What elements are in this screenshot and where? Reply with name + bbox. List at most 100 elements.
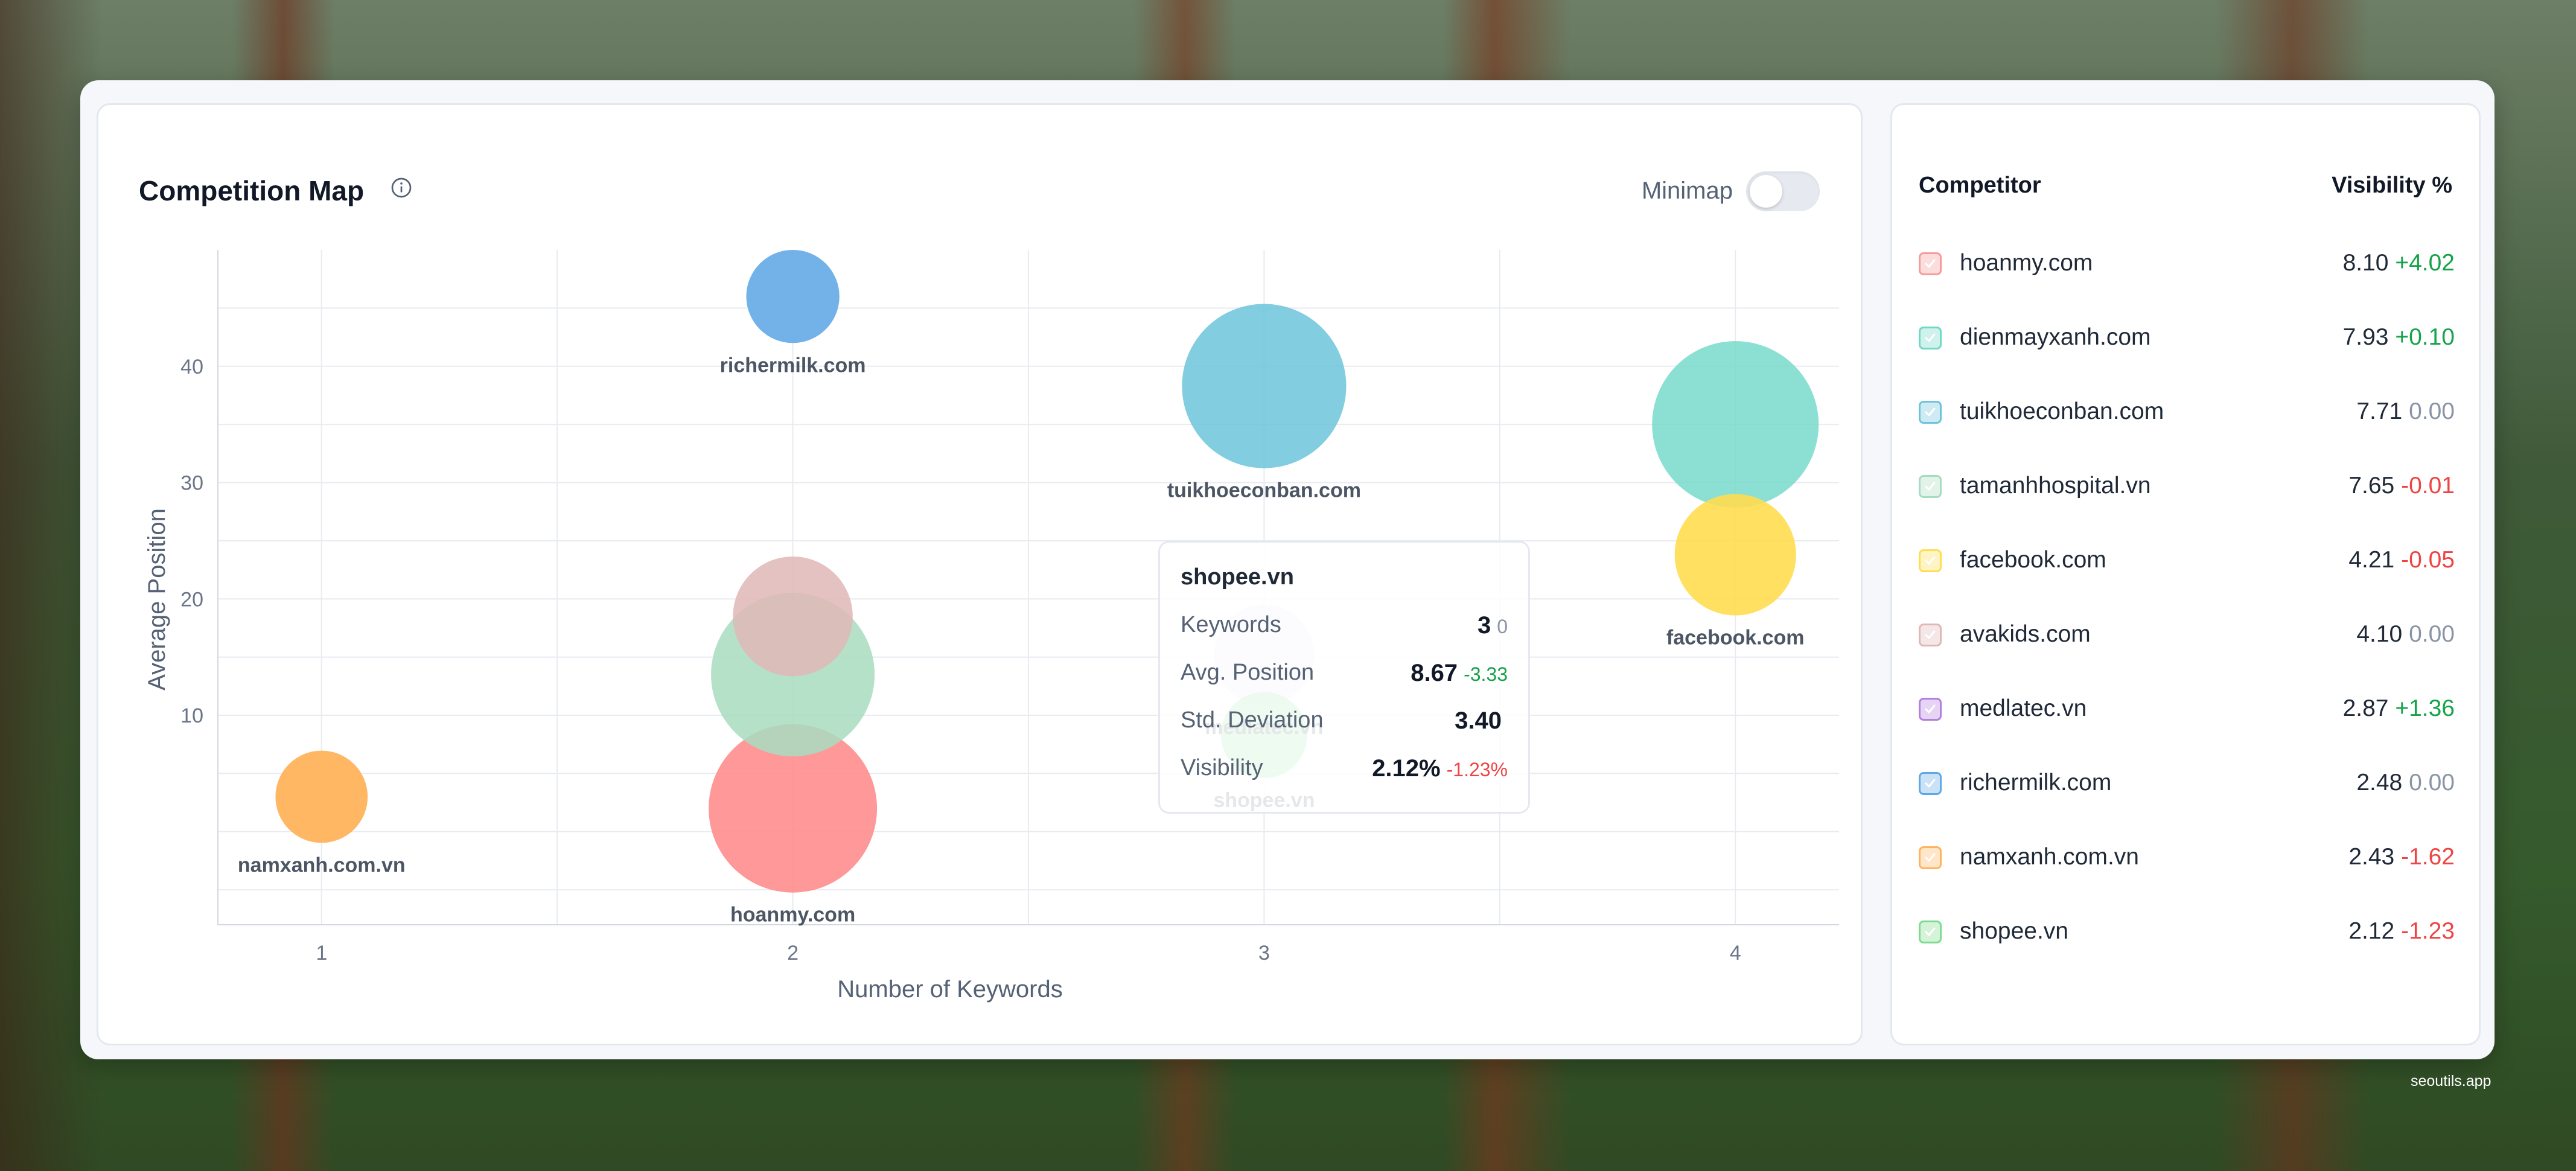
bubble-richermilk-com — [746, 249, 840, 343]
checkbox-icon[interactable] — [1919, 921, 1942, 943]
bubble-label: hoanmy.com — [730, 904, 855, 927]
legend-item-visibility: 4.10 — [2356, 621, 2403, 647]
competition-map-card: 1 2 3 4 10 20 30 40 Number of Keywords Average Po… — [97, 103, 1863, 1045]
legend-item-name: tamanhhospital.vn — [1960, 473, 2151, 499]
minimap-label: Minimap — [1641, 177, 1733, 204]
legend-item-visibility: 2.43 — [2348, 844, 2395, 870]
tooltip-row-value: 3 — [1477, 612, 1491, 639]
legend-item-values: 7.71 0.00 — [2356, 398, 2455, 425]
page-title: Competition Map — [139, 175, 365, 206]
minimap-toggle[interactable] — [1746, 171, 1820, 211]
tooltip-row-delta: -1.23% — [1446, 759, 1508, 780]
bubble-dienmayxanh-com — [1652, 341, 1819, 508]
legend-item-delta: -0.05 — [2401, 547, 2455, 573]
checkbox-icon[interactable] — [1919, 846, 1942, 869]
legend-item-values: 2.12 -1.23 — [2348, 918, 2455, 945]
checkbox-icon[interactable] — [1919, 252, 1942, 275]
tooltip-row-value-group: 8.67 -3.33 — [1411, 660, 1508, 687]
bubble-tuikhoeconban-com — [1182, 304, 1347, 468]
tooltip-row-value-group: 2.12% -1.23% — [1372, 755, 1508, 782]
tooltip-row: Std. Deviation 3.40 — [1181, 707, 1508, 755]
legend-item-name: tuikhoeconban.com — [1960, 398, 2164, 424]
y-tick-label: 20 — [180, 588, 203, 611]
legend-item-delta: +4.02 — [2395, 250, 2455, 276]
tooltip-row-value-group: 3.40 — [1455, 707, 1508, 735]
main-panel: 1 2 3 4 10 20 30 40 Number of Keywords Average Po… — [80, 80, 2495, 1059]
legend-item[interactable]: richermilk.com 2.48 0.00 — [1919, 765, 2455, 801]
legend-item-delta: -1.23 — [2401, 918, 2455, 944]
info-icon[interactable] — [391, 177, 412, 199]
checkbox-icon[interactable] — [1919, 772, 1942, 795]
tooltip-row: Visibility 2.12% -1.23% — [1181, 755, 1508, 803]
legend-item-values: 7.93 +0.10 — [2343, 324, 2455, 351]
checkbox-icon[interactable] — [1919, 327, 1942, 349]
footer-brand: seoutils.app — [2411, 1073, 2492, 1090]
legend-item-name: shopee.vn — [1960, 918, 2068, 944]
legend-item-name: facebook.com — [1960, 547, 2106, 573]
legend-item-visibility: 2.12 — [2348, 918, 2395, 944]
tooltip-row-label: Keywords — [1181, 612, 1281, 637]
legend-item-visibility: 2.48 — [2356, 770, 2403, 796]
tooltip-row-value-group: 30 — [1478, 612, 1508, 639]
legend-item-name: dienmayxanh.com — [1960, 324, 2151, 350]
tooltip-row-label: Visibility — [1181, 755, 1263, 780]
legend-item[interactable]: tuikhoeconban.com 7.71 0.00 — [1919, 394, 2455, 430]
tooltip-row: Keywords 3 0 — [1181, 612, 1508, 660]
tooltip-row-label: Std. Deviation — [1181, 707, 1324, 733]
tooltip-row-label: Avg. Position — [1181, 660, 1315, 685]
tooltip-row-value: 3.40 — [1455, 707, 1502, 734]
competitor-legend-card: Competitor Visibility % hoanmy.com 8.10 +… — [1890, 103, 2481, 1045]
legend-item-values: 2.87 +1.36 — [2343, 695, 2455, 722]
bubble-label: tuikhoeconban.com — [1167, 479, 1361, 502]
bubble-label: facebook.com — [1666, 627, 1805, 649]
minimap-toggle-knob[interactable] — [1750, 175, 1782, 208]
tooltip-row-delta: -3.33 — [1464, 663, 1508, 685]
x-axis-title: Number of Keywords — [837, 976, 1062, 1003]
legend-item-values: 2.43 -1.62 — [2348, 844, 2455, 870]
chart-tooltip: shopee.vn Keywords 3 0 Avg. Position 8.67 -3.… — [1158, 541, 1530, 814]
legend-item-delta: -0.01 — [2401, 473, 2455, 499]
legend-item[interactable]: dienmayxanh.com 7.93 +0.10 — [1919, 319, 2455, 356]
legend-item-visibility: 8.10 — [2342, 250, 2389, 276]
legend-item-name: namxanh.com.vn — [1960, 844, 2139, 870]
legend-item-delta: +1.36 — [2395, 695, 2455, 721]
legend-item-visibility: 7.65 — [2348, 473, 2395, 499]
legend-item-delta: 0.00 — [2409, 770, 2455, 796]
tooltip-row-value: 8.67 — [1411, 660, 1458, 686]
legend-item-visibility: 2.87 — [2342, 695, 2389, 721]
checkbox-icon[interactable] — [1919, 624, 1942, 646]
tooltip-row-delta: 0 — [1497, 616, 1508, 637]
tooltip-row-value: 2.12% — [1372, 755, 1441, 782]
legend-item[interactable]: shopee.vn 2.12 -1.23 — [1919, 913, 2455, 949]
legend-item-values: 2.48 0.00 — [2356, 770, 2455, 796]
legend-item-name: hoanmy.com — [1960, 250, 2093, 276]
checkbox-icon[interactable] — [1919, 475, 1942, 498]
tooltip-row: Avg. Position 8.67 -3.33 — [1181, 660, 1508, 707]
legend-item[interactable]: tamanhhospital.vn 7.65 -0.01 — [1919, 468, 2455, 504]
checkbox-icon[interactable] — [1919, 698, 1942, 721]
x-tick-label: 4 — [1730, 942, 1741, 965]
legend-item-values: 7.65 -0.01 — [2348, 473, 2455, 499]
legend-item[interactable]: namxanh.com.vn 2.43 -1.62 — [1919, 839, 2455, 875]
legend-item-values: 8.10 +4.02 — [2343, 250, 2455, 276]
legend-item-name: avakids.com — [1960, 621, 2091, 647]
legend-item-values: 4.21 -0.05 — [2348, 547, 2455, 573]
legend-item[interactable]: hoanmy.com 8.10 +4.02 — [1919, 245, 2455, 281]
checkbox-icon[interactable] — [1919, 549, 1942, 572]
legend-item-visibility: 4.21 — [2348, 547, 2395, 573]
tooltip-title: shopee.vn — [1181, 564, 1294, 590]
x-tick-label: 1 — [316, 942, 327, 965]
legend-item-delta: -1.62 — [2401, 844, 2455, 870]
bubble-facebook-com — [1674, 494, 1796, 616]
legend-item-values: 4.10 0.00 — [2356, 621, 2455, 648]
legend-item-name: richermilk.com — [1960, 770, 2112, 796]
x-tick-label: 3 — [1258, 942, 1270, 965]
legend-item[interactable]: avakids.com 4.10 0.00 — [1919, 616, 2455, 653]
legend-item-delta: 0.00 — [2409, 398, 2455, 424]
legend-item[interactable]: facebook.com 4.21 -0.05 — [1919, 542, 2455, 578]
legend-item[interactable]: medlatec.vn 2.87 +1.36 — [1919, 691, 2455, 727]
legend-item-visibility: 7.93 — [2342, 324, 2389, 350]
legend-item-name: medlatec.vn — [1960, 695, 2087, 721]
checkbox-icon[interactable] — [1919, 401, 1942, 424]
bubble-namxanh-com-vn — [275, 750, 368, 843]
